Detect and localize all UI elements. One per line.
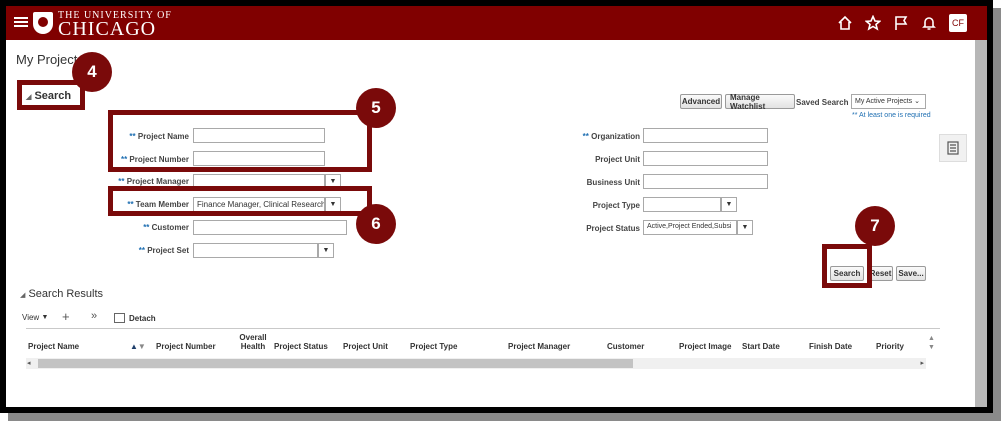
table-horizontal-scrollbar[interactable]: ◂ ▸ (26, 358, 926, 369)
callout-box-5 (108, 110, 372, 172)
toolbar-divider (26, 328, 940, 329)
caret-down-icon: ▼ (41, 314, 49, 321)
home-icon[interactable] (837, 15, 853, 31)
chevron-down-icon: ⌄ (914, 98, 921, 105)
avatar[interactable]: CF (949, 14, 967, 32)
view-menu[interactable]: View ▼ (22, 313, 48, 322)
more-actions-icon[interactable]: » (91, 310, 97, 322)
scroll-left-icon[interactable]: ◂ (27, 359, 31, 367)
scroll-thumb[interactable] (38, 359, 633, 368)
save-button[interactable]: Save... (896, 266, 926, 281)
menu-icon[interactable] (14, 15, 28, 29)
search-results-label: Search Results (28, 288, 104, 300)
vertical-scrollbar[interactable] (975, 40, 987, 407)
project-status-input[interactable]: Active,Project Ended,Subsi (643, 220, 737, 235)
document-icon (947, 141, 959, 155)
callout-box-4 (17, 80, 85, 110)
col-project-unit[interactable]: Project Unit (343, 342, 388, 351)
organization-label: ** Organization (582, 132, 640, 141)
project-status-label: Project Status (586, 224, 640, 233)
collapse-triangle-icon: ◢ (20, 292, 26, 299)
project-set-label: ** Project Set (138, 246, 189, 255)
col-project-number[interactable]: Project Number (156, 342, 216, 351)
project-type-label: Project Type (592, 201, 640, 210)
col-project-status[interactable]: Project Status (274, 342, 328, 351)
col-project-type[interactable]: Project Type (410, 342, 457, 351)
col-finish-date[interactable]: Finish Date (809, 342, 852, 351)
project-unit-label: Project Unit (595, 155, 640, 164)
project-status-dropdown-icon[interactable]: ▼ (737, 220, 753, 235)
add-icon[interactable]: + (62, 309, 70, 324)
star-icon[interactable] (865, 15, 881, 31)
organization-input[interactable] (643, 128, 768, 143)
app-window: THE UNIVERSITY OF CHICAGO CF My Projects… (0, 0, 993, 413)
col-project-manager[interactable]: Project Manager (508, 342, 570, 351)
university-crest-icon (33, 12, 53, 34)
callout-badge-6: 6 (356, 204, 396, 244)
callout-box-6 (108, 186, 372, 216)
detach-button[interactable]: Detach (114, 313, 156, 323)
table-vertical-scroll-arrows[interactable]: ▲ ▼ (928, 334, 935, 352)
side-panel-tab[interactable] (939, 134, 967, 162)
customer-input[interactable] (193, 220, 347, 235)
project-set-input[interactable] (193, 243, 318, 258)
sort-icon[interactable]: ▲▼ (130, 342, 146, 351)
col-project-name[interactable]: Project Name (28, 342, 79, 351)
advanced-button[interactable]: Advanced (680, 94, 722, 109)
manage-watchlist-button[interactable]: Manage Watchlist (725, 93, 795, 111)
at-least-one-required-note: ** At least one is required (852, 112, 931, 119)
project-type-input[interactable] (643, 197, 721, 212)
detach-icon (114, 313, 125, 323)
saved-search-select[interactable]: My Active Projects ⌄ (851, 94, 926, 109)
bell-icon[interactable] (921, 15, 937, 31)
project-unit-input[interactable] (643, 151, 768, 166)
col-project-image[interactable]: Project Image (679, 342, 731, 351)
customer-label: ** Customer (143, 223, 189, 232)
search-results-toggle[interactable]: ◢ Search Results (20, 288, 103, 300)
top-bar: THE UNIVERSITY OF CHICAGO CF (6, 6, 987, 40)
col-start-date[interactable]: Start Date (742, 342, 780, 351)
project-type-dropdown-icon[interactable]: ▼ (721, 197, 737, 212)
brand-line2: CHICAGO (58, 18, 157, 40)
flag-icon[interactable] (893, 15, 909, 31)
project-manager-label: ** Project Manager (118, 177, 189, 186)
col-customer[interactable]: Customer (607, 342, 644, 351)
callout-badge-7: 7 (855, 206, 895, 246)
saved-search-label: Saved Search (796, 98, 849, 107)
col-overall-health[interactable]: Overall Health (238, 333, 268, 351)
callout-box-7 (822, 244, 872, 288)
scroll-right-icon[interactable]: ▸ (920, 359, 924, 367)
project-set-dropdown-icon[interactable]: ▼ (318, 243, 334, 258)
callout-badge-5: 5 (356, 88, 396, 128)
business-unit-label: Business Unit (586, 178, 640, 187)
business-unit-input[interactable] (643, 174, 768, 189)
callout-badge-4: 4 (72, 52, 112, 92)
col-priority[interactable]: Priority (876, 342, 904, 351)
